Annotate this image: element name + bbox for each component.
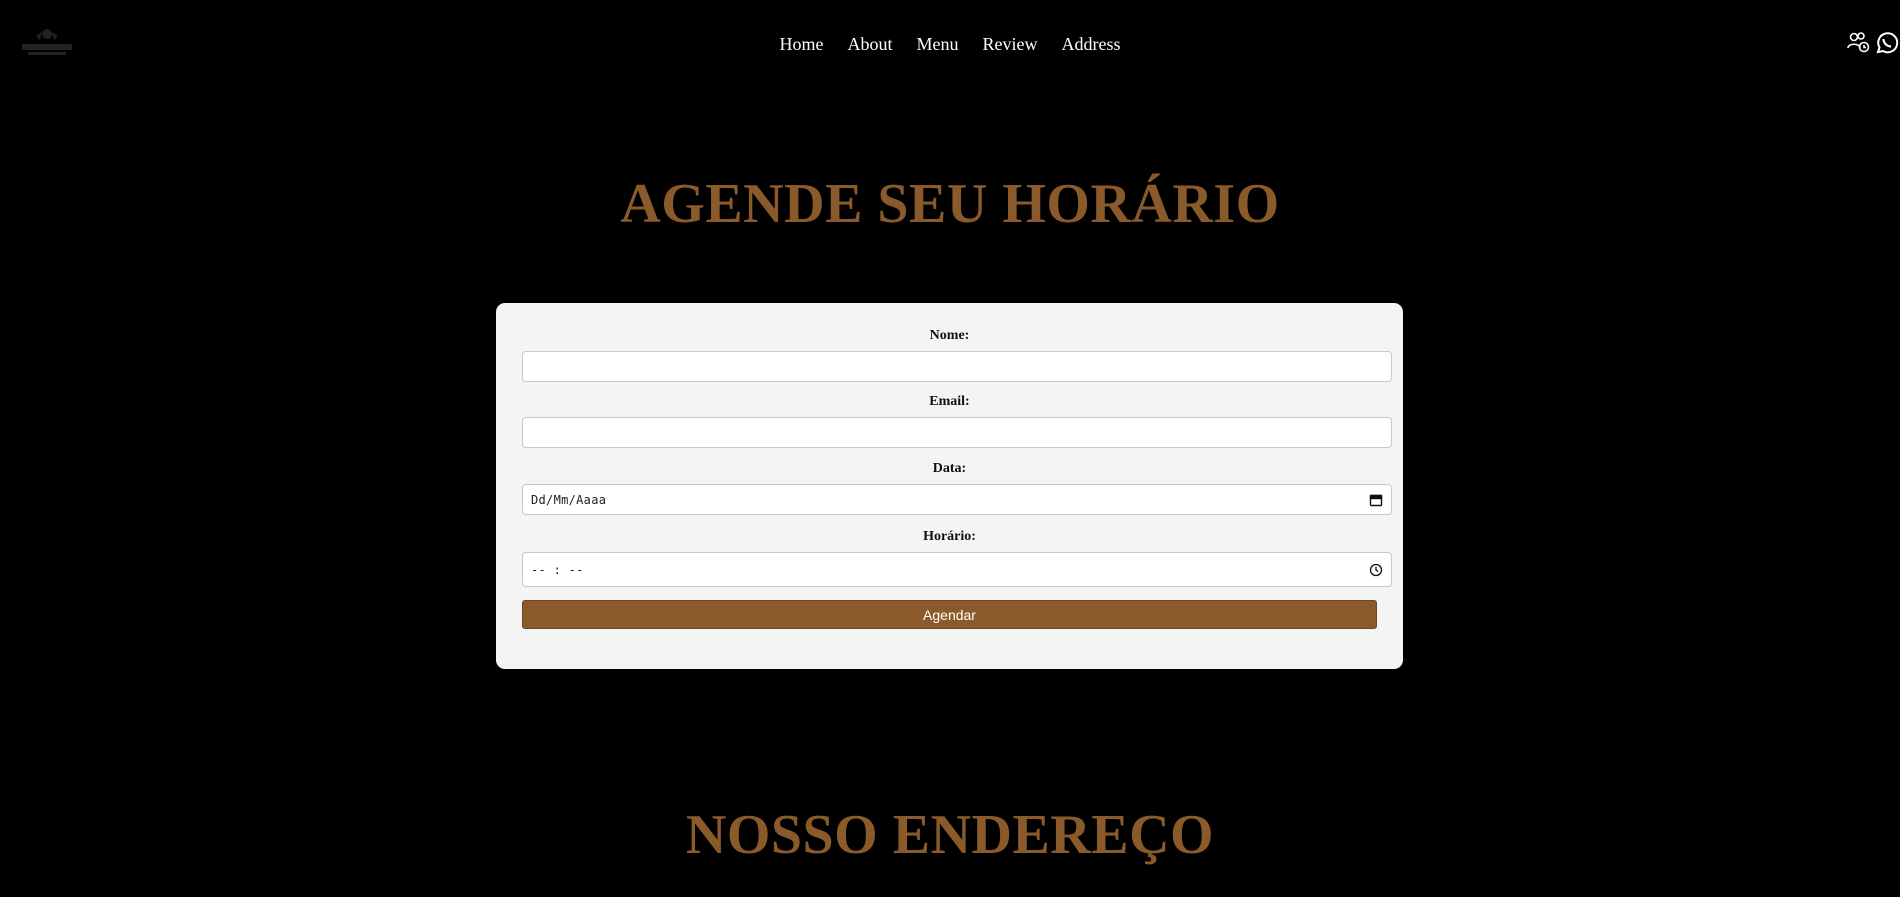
header-actions — [1846, 30, 1900, 56]
nav-address[interactable]: Address — [1061, 34, 1120, 55]
time-placeholder: -- : -- — [531, 562, 584, 577]
nav-review[interactable]: Review — [983, 34, 1038, 55]
nav-home[interactable]: Home — [780, 34, 824, 55]
main-nav: Home About Menu Review Address — [0, 34, 1900, 55]
users-clock-icon[interactable] — [1846, 30, 1872, 56]
email-field[interactable] — [522, 417, 1392, 448]
calendar-icon[interactable] — [1369, 493, 1383, 507]
name-label: Nome: — [929, 328, 970, 343]
booking-title: AGENDE SEU HORÁRIO — [620, 173, 1280, 235]
date-label: Data: — [932, 461, 967, 476]
nav-menu[interactable]: Menu — [917, 34, 959, 55]
address-title: NOSSO ENDEREÇO — [685, 804, 1215, 866]
time-label: Horário: — [923, 529, 976, 544]
date-field[interactable]: Dd/Mm/Aaaa — [522, 484, 1392, 515]
email-label: Email: — [929, 394, 970, 409]
date-placeholder: Dd/Mm/Aaaa — [531, 492, 607, 507]
nav-about[interactable]: About — [848, 34, 893, 55]
name-field[interactable] — [522, 351, 1392, 382]
clock-icon[interactable] — [1369, 563, 1383, 577]
booking-form: Nome: Email: Data: Dd/Mm/Aaaa Horário: -… — [496, 303, 1403, 669]
time-field[interactable]: -- : -- — [522, 552, 1392, 587]
whatsapp-icon[interactable] — [1874, 30, 1900, 56]
agendar-button[interactable]: Agendar — [522, 600, 1377, 629]
page: Home About Menu Review Address AGENDE SE… — [0, 0, 1900, 897]
